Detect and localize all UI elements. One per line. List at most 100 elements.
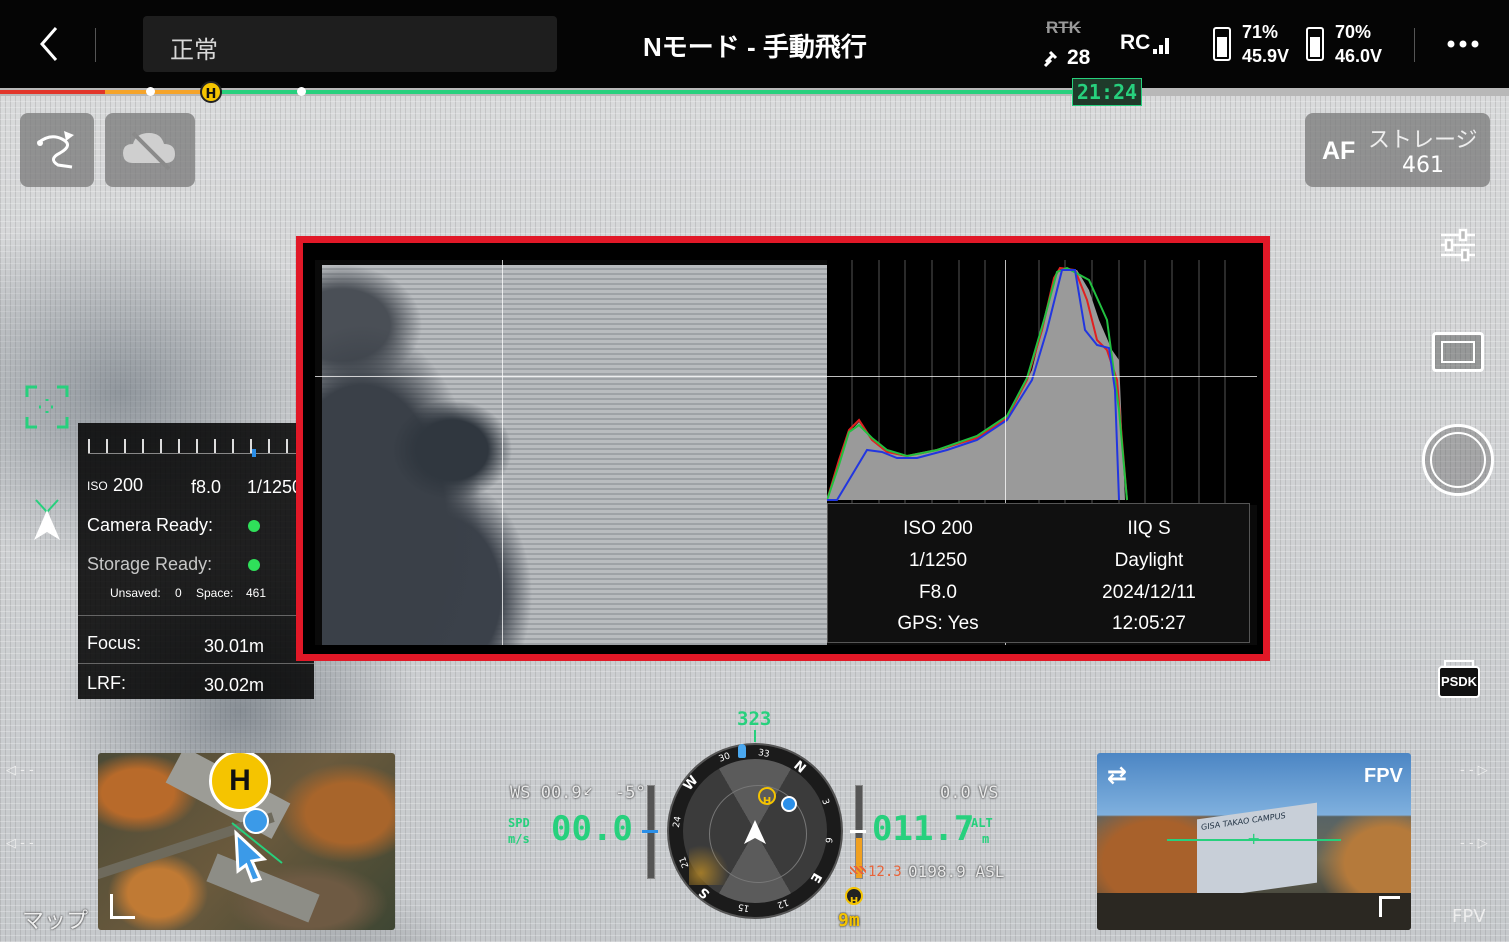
map-collapse-arrow[interactable]: ◁ ‐ ‐: [6, 763, 34, 778]
heading-tick: [754, 730, 756, 742]
more-menu-button[interactable]: [1446, 36, 1480, 50]
focus-label: Focus:: [87, 633, 142, 653]
speed-label-top: SPD: [508, 816, 530, 830]
storage-label: ストレージ: [1368, 128, 1478, 153]
map-label[interactable]: マップ: [22, 903, 88, 935]
wind-speed: WS 00.9: [510, 783, 582, 803]
meta-date: 2024/12/11: [1102, 582, 1196, 603]
camera-settings-button[interactable]: [1438, 225, 1478, 265]
iso-value: 200: [113, 475, 144, 495]
altitude-value: 011.7: [872, 809, 975, 849]
unsaved-label: Unsaved:: [110, 586, 161, 600]
map-collapse-arrow[interactable]: ◁ ‐ ‐: [6, 836, 34, 851]
camera-ready-dot: [248, 520, 260, 532]
heading-pointer-icon: [738, 744, 746, 758]
battery-1-voltage: 45.9V: [1242, 46, 1290, 66]
speed-label-unit: m/s: [508, 832, 530, 846]
home-distance: 9m: [838, 910, 860, 931]
more-dots-icon: [1447, 40, 1479, 48]
flight-time-marker: 21:24: [1072, 78, 1142, 106]
map-expand-icon[interactable]: [110, 894, 135, 919]
divider: [78, 615, 314, 616]
compass-tick-6: 6: [822, 836, 834, 844]
battery-1-icon: [1213, 27, 1231, 61]
flight-route-button[interactable]: [20, 113, 94, 187]
storage-status-button[interactable]: AF ストレージ 461: [1305, 113, 1490, 187]
captured-photo[interactable]: [322, 265, 827, 645]
waypoint-dot: [297, 87, 306, 96]
histogram: [826, 260, 1257, 505]
lrf-label: LRF:: [87, 673, 127, 693]
compass-tick-33: 33: [757, 748, 771, 760]
camera-ready-label: Camera Ready:: [87, 515, 214, 535]
divider: [1414, 28, 1415, 62]
frame-icon: [1441, 341, 1475, 363]
meta-time: 12:05:27: [1112, 613, 1186, 634]
gimbal-tilt: -5°: [615, 783, 646, 803]
compass-home-icon: H: [758, 787, 776, 807]
battery-2-icon: [1306, 27, 1324, 61]
focus-frame-icon: [25, 385, 69, 429]
meta-shutter: 1/1250: [908, 550, 968, 571]
swap-view-icon[interactable]: ⇄: [1107, 761, 1127, 789]
grid-line: [315, 376, 1257, 377]
flight-time-label: 21:24: [1076, 80, 1138, 104]
height-limit-icon: [850, 866, 866, 874]
storage-count: 461: [1402, 153, 1444, 178]
compass-tick-24: 24: [671, 815, 684, 829]
lrf-value: 30.02m: [204, 675, 265, 695]
chevron-left-icon: [40, 27, 58, 61]
cloud-off-icon: [123, 131, 175, 171]
photo-metadata: ISO 200 1/1250 F8.0 GPS: Yes IIQ S Dayli…: [827, 503, 1250, 643]
speed-value: 00.0: [551, 809, 633, 849]
satellite-icon: [1043, 50, 1058, 68]
focus-value: 30.01m: [204, 636, 265, 656]
back-button[interactable]: [30, 22, 70, 66]
fpv-label: FPV: [1364, 765, 1403, 787]
aircraft-direction-button[interactable]: [30, 498, 64, 542]
rc-label: RC: [1120, 31, 1151, 54]
vertical-speed-value: 0.0: [940, 783, 971, 803]
histogram-chart: [826, 260, 1226, 505]
storage-ready-label: Storage Ready:: [87, 554, 213, 574]
cloud-sync-button[interactable]: [105, 113, 195, 187]
right-panel-collapse[interactable]: ‐ ‐ ▷: [1460, 836, 1508, 851]
right-panel-collapse[interactable]: ‐ ‐ ▷: [1460, 763, 1508, 778]
divider: [95, 28, 96, 62]
meta-iso: ISO 200: [903, 518, 973, 539]
mini-map[interactable]: H: [98, 753, 395, 930]
photo-mode-button[interactable]: [1432, 332, 1484, 372]
battery-1-percent: 71%: [1242, 22, 1279, 42]
fpv-corner-label[interactable]: FPV: [1452, 906, 1486, 927]
iso-label: ISO: [87, 479, 108, 493]
space-label: Space:: [196, 586, 234, 600]
system-status-box[interactable]: 正常: [143, 16, 557, 72]
rc-signal-icon: [1153, 34, 1173, 54]
unsaved-value: 0: [175, 586, 182, 600]
psdk-button[interactable]: PSDK: [1438, 660, 1480, 698]
space-value: 461: [246, 586, 267, 600]
wind-direction-icon: ↙: [583, 780, 594, 800]
asl-altitude: 0198.9 ASL: [908, 862, 1005, 881]
focus-frame-button[interactable]: [25, 385, 69, 429]
meta-white-balance: Daylight: [1114, 550, 1184, 571]
route-icon: [37, 131, 74, 169]
speed-gauge: [642, 785, 658, 879]
psdk-label: PSDK: [1440, 674, 1478, 689]
satellite-count: 28: [1067, 46, 1091, 69]
exposure-indicator: [252, 449, 256, 457]
aircraft-arrow-icon: [34, 499, 60, 540]
altitude-gauge: [850, 785, 866, 879]
aircraft-position-icon: [231, 808, 283, 883]
compass-tick-15: 15: [737, 901, 751, 913]
home-distance-icon: H: [845, 887, 863, 907]
grid-line: [502, 260, 503, 645]
fpv-preview[interactable]: GISA TAKAO CAMPUS + FPV ⇄: [1097, 753, 1411, 930]
camera-info-panel: ISO 200 f8.0 1/1250 Camera Ready: Storag…: [78, 423, 314, 699]
flight-mode-title[interactable]: Nモード - 手動飛行: [643, 27, 867, 64]
system-status-text: 正常: [170, 36, 218, 64]
fpv-expand-icon[interactable]: [1379, 896, 1400, 917]
exposure-scale: [88, 439, 298, 454]
meta-camera-model: IIQ S: [1127, 518, 1171, 539]
shutter-button[interactable]: [1422, 424, 1494, 496]
